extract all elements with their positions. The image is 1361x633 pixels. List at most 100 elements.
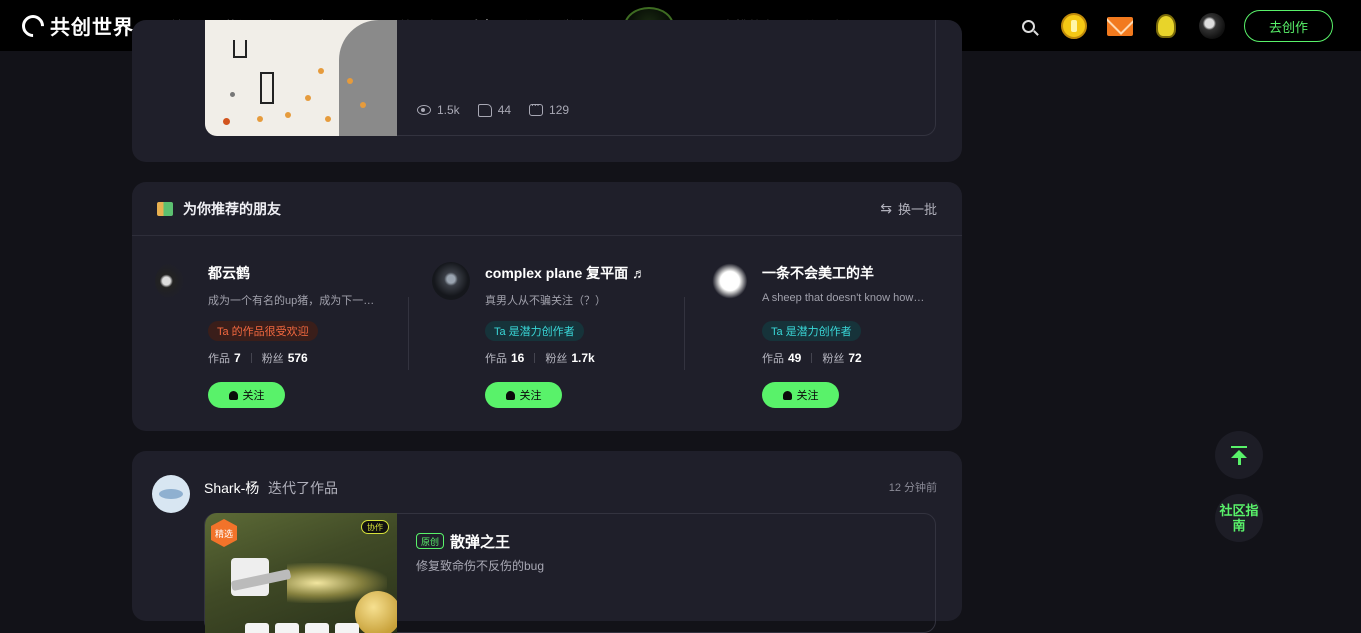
original-tag: 原创: [416, 533, 445, 549]
follow-label: 关注: [796, 390, 819, 402]
recommended-title: 为你推荐的朋友: [183, 200, 281, 217]
post-thumbnail[interactable]: 精选 协作: [205, 513, 397, 633]
header-actions: 去创作: [996, 10, 1333, 42]
bulb-icon: [1156, 14, 1176, 38]
thumb-shape: [318, 68, 324, 74]
works-count: 49: [788, 351, 802, 365]
coin-icon: [1061, 13, 1087, 39]
post-time: 12 分钟前: [888, 482, 937, 494]
thumb-shape: [360, 102, 366, 108]
post-work-title[interactable]: 散弹之王: [450, 531, 510, 552]
thumb-shape: [230, 92, 235, 97]
works-count: 7: [234, 351, 241, 365]
add-user-icon: [228, 390, 238, 400]
create-button[interactable]: 去创作: [1244, 10, 1333, 42]
friend-desc: 成为一个有名的up猪，成为下一……: [208, 295, 380, 307]
views-stat: 1.5k: [417, 103, 460, 117]
fans-count: 72: [848, 351, 862, 365]
friend-tag: Ta 的作品很受欢迎: [208, 321, 318, 341]
coin-button[interactable]: [1060, 12, 1088, 40]
friend-counts: 作品 16 粉丝 1.7k: [485, 350, 595, 366]
works-label: 作品: [762, 353, 784, 365]
thumb-shape: [335, 623, 359, 633]
works-label: 作品: [208, 353, 230, 365]
recommended-header: 为你推荐的朋友 ⇆ 换一批: [132, 182, 962, 236]
previous-post-thumbnail[interactable]: [205, 20, 397, 136]
mail-icon: [1107, 16, 1133, 36]
post-author-name[interactable]: Shark-杨: [204, 478, 259, 498]
thumb-shape: [347, 78, 353, 84]
follow-button[interactable]: 关注: [485, 382, 562, 408]
add-user-icon: [505, 390, 515, 400]
thumb-shape: [325, 116, 331, 122]
post-work-desc: 修复致命伤不反伤的bug: [416, 559, 545, 573]
bulb-button[interactable]: [1152, 12, 1180, 40]
community-guide-button[interactable]: 社区指南: [1215, 494, 1263, 542]
friend-counts: 作品 49 粉丝 72: [762, 350, 862, 366]
likes-count: 44: [497, 103, 512, 117]
divider: [408, 297, 409, 370]
mail-button[interactable]: [1106, 12, 1134, 40]
user-avatar: [1199, 13, 1225, 39]
friend-tag: Ta 是潜力创作者: [485, 321, 584, 341]
search-button[interactable]: [1014, 12, 1042, 40]
thumbs-up-icon: [477, 103, 492, 117]
feed-post-card: Shark-杨 迭代了作品 12 分钟前 精选 协作 原创 散弹之王 修复致命伤…: [132, 451, 962, 633]
comment-icon: [529, 98, 544, 116]
fans-label: 粉丝: [545, 353, 568, 365]
works-count: 16: [511, 351, 525, 365]
follow-button[interactable]: 关注: [208, 382, 285, 408]
post-author-avatar[interactable]: [152, 475, 190, 513]
comments-stat[interactable]: 129: [529, 98, 570, 117]
search-icon: [1021, 19, 1035, 33]
friend-avatar[interactable]: [155, 262, 193, 300]
add-user-icon: [782, 390, 792, 400]
follow-button[interactable]: 关注: [762, 382, 839, 408]
friend-name[interactable]: 都云鹤: [208, 263, 250, 283]
divider: [811, 353, 813, 363]
friend-desc: A sheep that doesn't know how……: [762, 292, 934, 304]
divider: [684, 297, 685, 370]
thumb-shape: [233, 40, 247, 58]
refresh-label: 换一批: [897, 202, 937, 217]
fans-label: 粉丝: [822, 353, 845, 365]
fans-count: 1.7k: [571, 351, 595, 365]
user-avatar-button[interactable]: [1198, 12, 1226, 40]
friend-card: complex plane 复平面 ♬ 真男人从不骗关注（？） Ta 是潜力创作…: [432, 260, 692, 410]
divider: [250, 353, 252, 363]
friend-card: 一条不会美工的羊 A sheep that doesn't know how………: [709, 260, 969, 410]
logo-text: 共创世界: [50, 17, 134, 39]
views-count: 1.5k: [437, 103, 460, 117]
back-to-top-button[interactable]: [1215, 431, 1263, 479]
friend-name[interactable]: complex plane 复平面 ♬: [485, 263, 646, 283]
friend-tag: Ta 是潜力创作者: [762, 321, 861, 341]
friend-name[interactable]: 一条不会美工的羊: [762, 263, 874, 283]
divider: [534, 353, 536, 363]
thumb-shape: [275, 623, 299, 633]
thumb-shape: [257, 116, 263, 122]
thumb-shape: [285, 112, 291, 118]
arrow-up-icon: [1231, 445, 1247, 448]
thumb-shape: [305, 95, 311, 101]
friend-avatar[interactable]: [709, 262, 747, 300]
thumb-shape: [245, 623, 269, 633]
likes-stat[interactable]: 44: [477, 103, 512, 117]
thumb-shape: [223, 118, 230, 125]
works-label: 作品: [485, 353, 507, 365]
refresh-button[interactable]: ⇆ 换一批: [880, 199, 937, 218]
fans-count: 576: [287, 351, 308, 365]
eye-icon: [417, 105, 431, 115]
thumb-shape: [305, 623, 329, 633]
featured-badge: 精选: [211, 519, 237, 547]
friend-avatar[interactable]: [432, 262, 470, 300]
comments-count: 129: [549, 103, 570, 117]
recommended-friends-card: 为你推荐的朋友 ⇆ 换一批 都云鹤 成为一个有名的up猪，成为下一…… Ta 的…: [132, 182, 962, 431]
logo-icon: [17, 9, 49, 42]
recommend-icon: [157, 201, 173, 216]
follow-label: 关注: [519, 390, 542, 402]
collab-badge: 协作: [361, 520, 389, 534]
thumb-tiles: [245, 623, 365, 633]
follow-label: 关注: [242, 390, 265, 402]
post-action: 迭代了作品: [268, 480, 338, 496]
arrow-up-icon-stem: [1237, 457, 1241, 465]
